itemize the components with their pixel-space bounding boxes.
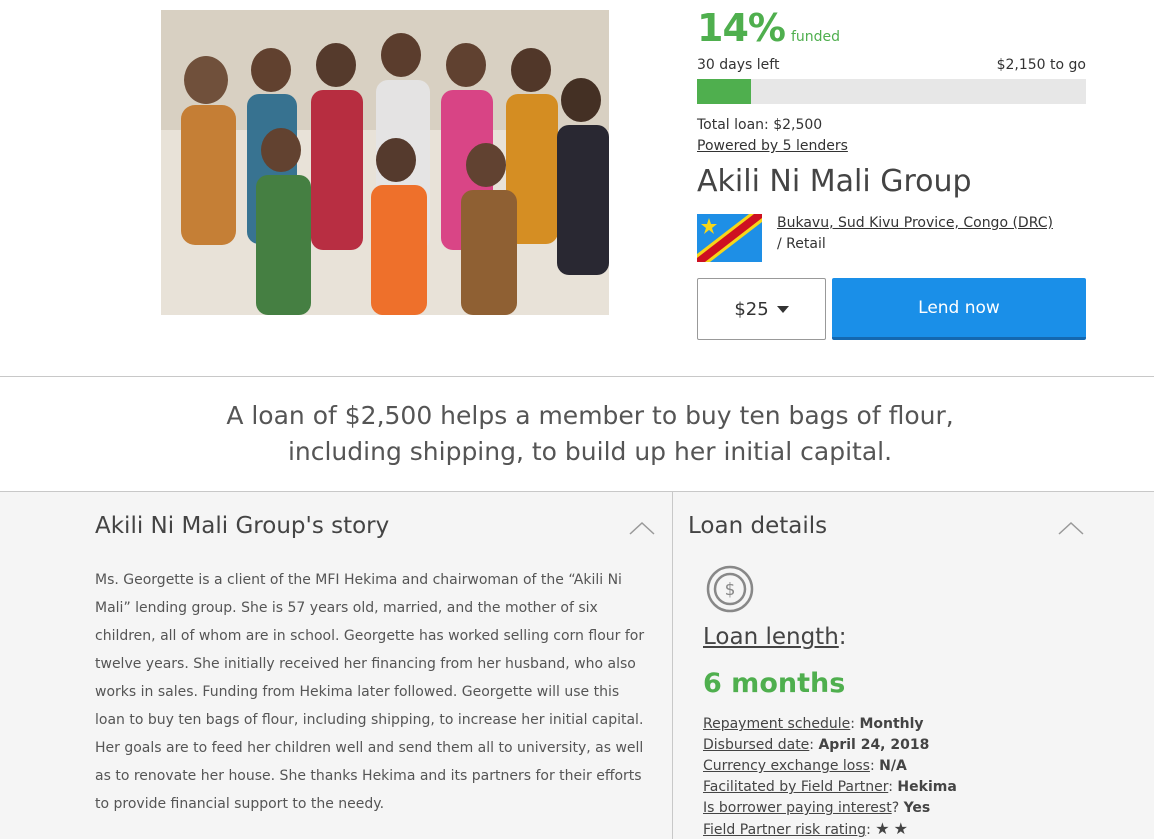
funding-progress-fill bbox=[697, 79, 752, 104]
borrower-location: Bukavu, Sud Kivu Provice, Congo (DRC) / … bbox=[777, 213, 1053, 255]
risk-rating-link[interactable]: Field Partner risk rating bbox=[703, 822, 866, 838]
interest-row: Is borrower paying interest? Yes bbox=[703, 800, 931, 816]
chevron-up-icon[interactable] bbox=[629, 521, 655, 535]
column-divider bbox=[672, 491, 673, 839]
loan-details-title: Loan details bbox=[688, 513, 828, 539]
loan-use-statement: A loan of $2,500 helps a member to buy t… bbox=[0, 398, 1154, 470]
days-left: 30 days left bbox=[697, 57, 780, 73]
risk-rating-row: Field Partner risk rating: ★★ bbox=[703, 819, 912, 838]
repayment-schedule-value: Monthly bbox=[859, 716, 924, 732]
loan-length-link[interactable]: Loan length bbox=[703, 624, 839, 650]
currency-loss-link[interactable]: Currency exchange loss bbox=[703, 758, 870, 774]
field-partner-link[interactable]: Facilitated by Field Partner bbox=[703, 779, 888, 795]
amount-to-go: $2,150 to go bbox=[996, 57, 1086, 73]
lenders-link[interactable]: Powered by 5 lenders bbox=[697, 138, 848, 154]
loan-length-label: Loan length: bbox=[703, 624, 847, 650]
total-loan: Total loan: $2,500 bbox=[697, 117, 823, 133]
story-text: Ms. Georgette is a client of the MFI Hek… bbox=[95, 572, 645, 812]
story-title: Akili Ni Mali Group's story bbox=[95, 513, 390, 539]
location-link[interactable]: Bukavu, Sud Kivu Provice, Congo (DRC) bbox=[777, 215, 1053, 231]
money-cycle-icon: $ bbox=[706, 565, 754, 613]
loan-length-value: 6 months bbox=[703, 668, 846, 699]
interest-link[interactable]: Is borrower paying interest bbox=[703, 800, 892, 816]
risk-rating-stars: ★★ bbox=[875, 819, 912, 838]
disbursed-date-link[interactable]: Disbursed date bbox=[703, 737, 809, 753]
funded-label: funded bbox=[790, 29, 841, 45]
field-partner-row: Facilitated by Field Partner: Hekima bbox=[703, 779, 957, 795]
funded-percent: 14% bbox=[697, 6, 786, 50]
field-partner-value: Hekima bbox=[897, 779, 957, 795]
funded-summary: 14% funded bbox=[697, 6, 840, 50]
loan-use-line-2: including shipping, to build up her init… bbox=[287, 437, 893, 466]
disbursed-date-value: April 24, 2018 bbox=[818, 737, 930, 753]
borrower-name: Akili Ni Mali Group bbox=[697, 164, 972, 199]
section-divider bbox=[0, 376, 1154, 377]
lend-amount-select[interactable]: $25 bbox=[697, 278, 826, 340]
disbursed-date-row: Disbursed date: April 24, 2018 bbox=[703, 737, 930, 753]
borrower-photo bbox=[161, 10, 609, 315]
sector-label: / Retail bbox=[777, 236, 826, 252]
repayment-schedule-row: Repayment schedule: Monthly bbox=[703, 716, 924, 732]
repayment-schedule-link[interactable]: Repayment schedule bbox=[703, 716, 850, 732]
drc-flag-icon bbox=[697, 214, 762, 262]
loan-use-line-1: A loan of $2,500 helps a member to buy t… bbox=[226, 401, 954, 430]
currency-loss-row: Currency exchange loss: N/A bbox=[703, 758, 907, 774]
lend-now-button[interactable]: Lend now bbox=[832, 278, 1086, 340]
currency-loss-value: N/A bbox=[879, 758, 907, 774]
caret-down-icon bbox=[776, 305, 789, 313]
interest-value: Yes bbox=[903, 800, 931, 816]
svg-text:$: $ bbox=[725, 580, 736, 600]
chevron-up-icon[interactable] bbox=[1058, 521, 1084, 535]
lend-amount-value: $25 bbox=[734, 298, 769, 320]
funding-progress-bar bbox=[697, 79, 1086, 104]
